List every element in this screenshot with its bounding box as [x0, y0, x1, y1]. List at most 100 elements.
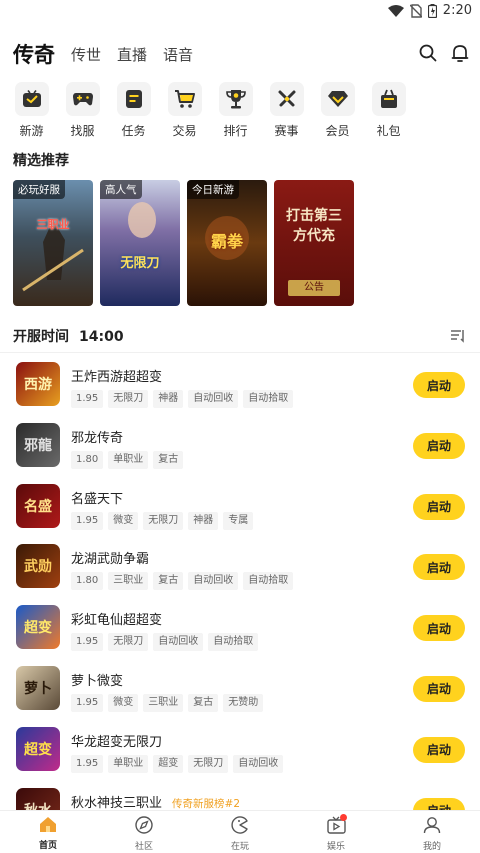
featured-art-text: 霸拳 [210, 232, 243, 251]
notification-bell-icon[interactable] [450, 43, 470, 63]
game-row[interactable]: 名盛 名盛天下 1.95 微变 无限刀 神器 专属 启动 [0, 482, 480, 543]
top-nav: 传奇 传世 直播 语音 [13, 38, 470, 70]
featured-card[interactable]: 三职业 必玩好服 [13, 180, 93, 306]
shortcut-label: 任务 [121, 124, 146, 138]
sort-list-icon[interactable] [450, 328, 466, 347]
featured-art-text: 无限刀 [120, 256, 160, 271]
game-name: 王炸西游超超变 [71, 370, 163, 385]
game-tag: 自动拾取 [243, 390, 294, 408]
game-name: 秋水神技三职业 传奇新服榜#2 [71, 795, 240, 811]
bottom-nav-community[interactable]: 社区 [96, 811, 192, 853]
game-tag: 自动拾取 [208, 633, 259, 652]
featured-tag: 今日新游 [187, 180, 239, 199]
featured-art-text: 打击第三方代充 [286, 208, 342, 244]
trophy-icon [218, 82, 253, 116]
game-list: 西游 王炸西游超超变 1.95 无限刀 神器 自动回收 自动拾取 启动 邪龍 邪… [0, 360, 480, 846]
game-icon: 武勋 [16, 544, 60, 589]
tab-live[interactable]: 直播 [117, 38, 147, 69]
game-tag: 自动拾取 [243, 572, 294, 591]
task-icon [116, 82, 151, 116]
tab-chuanshi[interactable]: 传世 [71, 38, 101, 69]
game-tag: 无限刀 [108, 390, 149, 408]
bottom-nav-label: 我的 [422, 842, 441, 852]
game-tag: 自动回收 [188, 572, 239, 591]
shortcut-events[interactable]: 赛事 [261, 82, 312, 139]
featured-carousel: 三职业 必玩好服 无限刀 高人气 霸拳 今日新游 打击第三方代充 公告 [13, 180, 354, 306]
game-tag: 无限刀 [188, 754, 229, 773]
game-tag: 自动回收 [233, 754, 284, 773]
no-sim-icon [409, 3, 422, 18]
status-bar: 2:20 [0, 0, 480, 22]
game-tags: 1.80 单职业 复古 [71, 450, 184, 469]
game-tags: 1.95 无限刀 神器 自动回收 自动拾取 [71, 390, 294, 408]
shortcut-trade[interactable]: 交易 [159, 82, 210, 139]
game-tag: 三职业 [143, 693, 184, 712]
new-game-icon [14, 82, 49, 116]
featured-card[interactable]: 霸拳 今日新游 [187, 180, 267, 306]
shortcut-label: 会员 [325, 124, 350, 138]
user-icon [423, 816, 441, 838]
bottom-nav-playing[interactable]: 在玩 [192, 811, 288, 853]
game-tags: 1.95 微变 三职业 复古 无赞助 [71, 693, 264, 712]
bottom-nav-entertainment[interactable]: 娱乐 [288, 811, 384, 853]
launch-button[interactable]: 启动 [413, 432, 465, 459]
tab-voice[interactable]: 语音 [163, 38, 193, 69]
shortcut-label: 礼包 [376, 124, 401, 138]
featured-tag: 必玩好服 [13, 180, 65, 199]
game-tag: 1.95 [71, 693, 104, 712]
game-icon: 超变 [16, 726, 60, 771]
game-icon: 超变 [16, 605, 60, 650]
game-row[interactable]: 西游 王炸西游超超变 1.95 无限刀 神器 自动回收 自动拾取 启动 [0, 360, 480, 421]
bottom-nav-home[interactable]: 首页 [0, 811, 96, 853]
wifi-icon [387, 4, 404, 17]
game-tag: 超变 [153, 754, 184, 773]
launch-button[interactable]: 启动 [413, 372, 465, 398]
game-tag: 专属 [223, 511, 254, 530]
bottom-nav-profile[interactable]: 我的 [384, 811, 480, 853]
clock-time: 2:20 [442, 3, 472, 18]
featured-card-announcement[interactable]: 打击第三方代充 公告 [274, 180, 354, 306]
shortcut-gift-pack[interactable]: 礼包 [363, 82, 414, 139]
gift-icon [371, 82, 406, 116]
game-tag: 单职业 [108, 754, 149, 773]
game-tags: 1.80 三职业 复古 自动回收 自动拾取 [71, 572, 294, 591]
shortcut-label: 新游 [19, 124, 44, 138]
shortcut-label: 找服 [70, 124, 95, 138]
game-tag: 三职业 [108, 572, 149, 591]
game-tag: 1.80 [71, 450, 104, 469]
game-tag: 无赞助 [223, 693, 264, 712]
launch-button[interactable]: 启动 [413, 615, 465, 642]
server-schedule-title: 开服时间 14:00 [13, 329, 124, 345]
shortcut-new-games[interactable]: 新游 [6, 82, 57, 139]
game-tag: 无限刀 [108, 633, 149, 652]
launch-button[interactable]: 启动 [413, 736, 465, 763]
shortcut-tasks[interactable]: 任务 [108, 82, 159, 139]
game-icon: 萝卜 [16, 665, 60, 710]
game-name: 华龙超变无限刀 [71, 734, 163, 750]
game-tag: 复古 [153, 572, 184, 591]
shortcut-ranking[interactable]: 排行 [210, 82, 261, 139]
shortcut-label: 排行 [223, 124, 248, 138]
search-icon[interactable] [418, 43, 438, 63]
shortcut-membership[interactable]: 会员 [312, 82, 363, 139]
game-row[interactable]: 武勋 龙湖武勋争霸 1.80 三职业 复古 自动回收 自动拾取 启动 [0, 542, 480, 603]
game-name: 龙湖武勋争霸 [71, 552, 150, 568]
launch-button[interactable]: 启动 [413, 493, 465, 520]
game-icon: 西游 [16, 362, 60, 406]
game-tags: 1.95 单职业 超变 无限刀 自动回收 [71, 754, 284, 773]
divider [0, 352, 480, 353]
game-tag: 自动回收 [188, 390, 239, 408]
shortcut-find-server[interactable]: 找服 [57, 82, 108, 139]
game-tag: 1.95 [71, 633, 104, 652]
launch-button[interactable]: 启动 [413, 675, 465, 702]
game-tag: 1.95 [71, 511, 104, 530]
battery-icon [427, 3, 437, 18]
pacman-icon [231, 816, 249, 838]
game-row[interactable]: 超变 华龙超变无限刀 1.95 单职业 超变 无限刀 自动回收 启动 [0, 725, 480, 786]
game-row[interactable]: 萝卜 萝卜微变 1.95 微变 三职业 复古 无赞助 启动 [0, 664, 480, 725]
game-row[interactable]: 超变 彩虹龟仙超超变 1.95 无限刀 自动回收 自动拾取 启动 [0, 603, 480, 664]
game-row[interactable]: 邪龍 邪龙传奇 1.80 单职业 复古 启动 [0, 421, 480, 482]
tab-chuanqi[interactable]: 传奇 [13, 41, 55, 69]
launch-button[interactable]: 启动 [413, 554, 465, 581]
featured-card[interactable]: 无限刀 高人气 [100, 180, 180, 306]
